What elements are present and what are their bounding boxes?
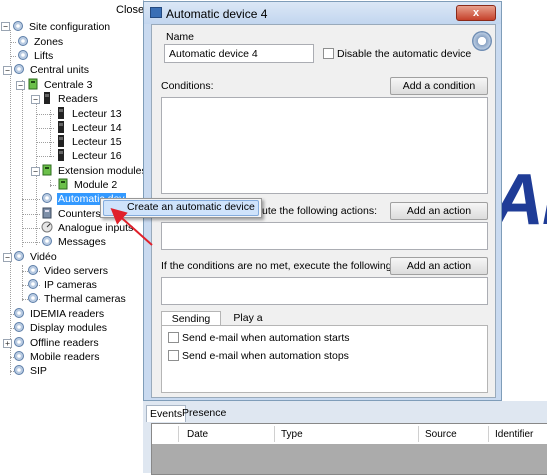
annotation-arrow bbox=[110, 208, 153, 246]
